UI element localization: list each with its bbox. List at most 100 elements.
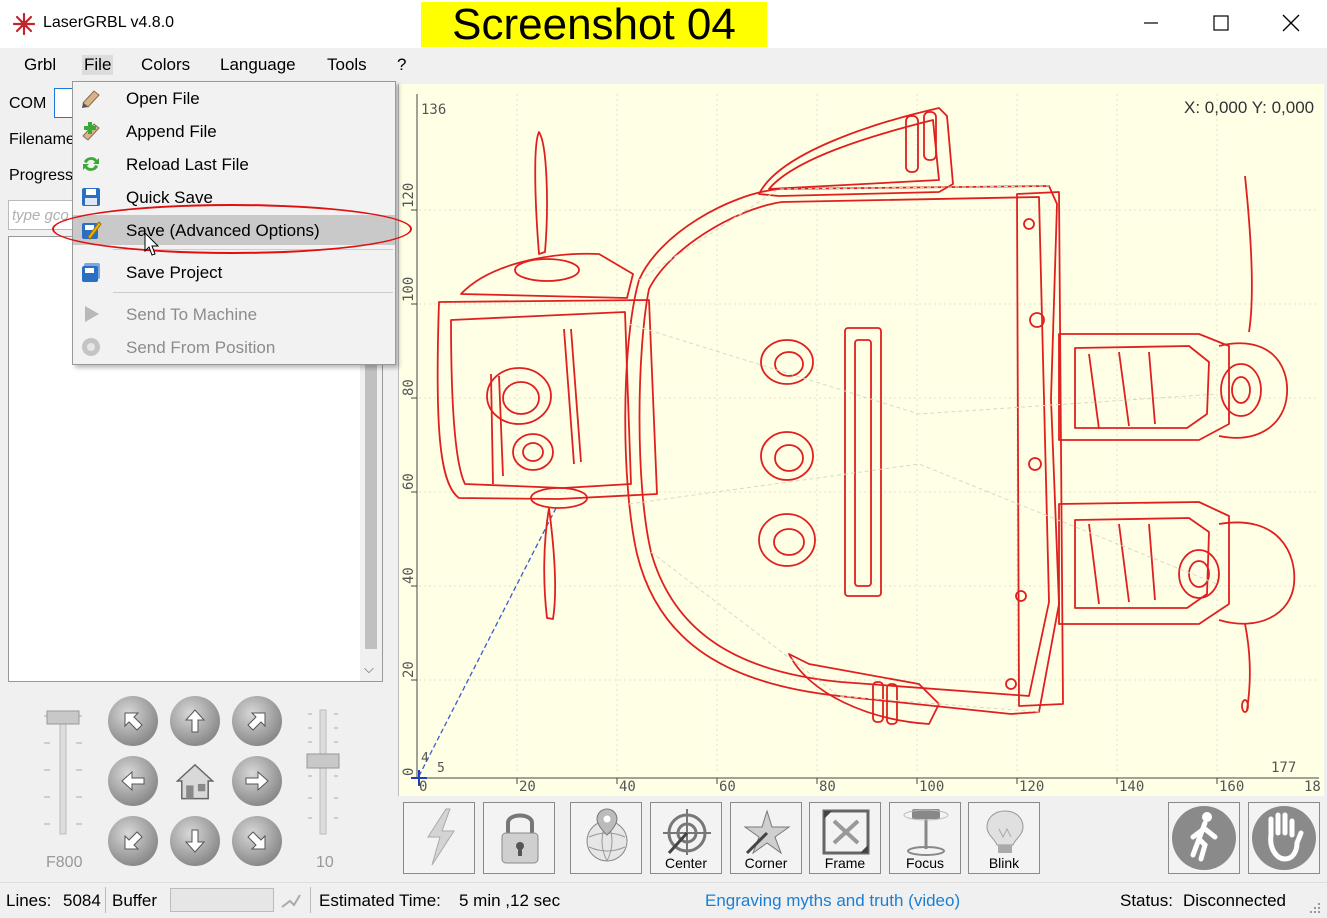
- arrow-down-left-icon: [124, 831, 143, 850]
- menu-save-project[interactable]: Save Project: [73, 257, 395, 287]
- menu-item-label: Send From Position: [126, 338, 276, 357]
- menu-open-file[interactable]: Open File: [73, 83, 395, 113]
- chevron-down-icon[interactable]: ⌵: [364, 661, 374, 677]
- menu-item-label: Append File: [126, 122, 217, 141]
- buffer-meter: [170, 888, 274, 912]
- status-separator: [310, 887, 311, 913]
- home-button[interactable]: [170, 756, 220, 806]
- menu-bar: Grbl File Colors Language Tools ?: [0, 48, 1327, 82]
- gcode-preview[interactable]: 0 20 40 60 80 100 120 140 160 18 0 20 40…: [399, 84, 1324, 796]
- x-tick: 18: [1304, 779, 1321, 795]
- menu-tools[interactable]: Tools: [325, 55, 369, 75]
- jog-right-button[interactable]: [232, 756, 282, 806]
- maximize-icon: [1213, 15, 1229, 31]
- status-separator: [105, 887, 106, 913]
- jog-up-left-button[interactable]: [108, 696, 158, 746]
- globe-location-icon: [586, 808, 628, 862]
- menu-colors[interactable]: Colors: [139, 55, 192, 75]
- menu-append-file[interactable]: Append File: [73, 116, 395, 146]
- menu-send-to-machine[interactable]: Send To Machine: [73, 299, 395, 329]
- coordinates-readout: X: 0,000 Y: 0,000: [1184, 98, 1314, 117]
- menu-send-from-position[interactable]: Send From Position: [73, 332, 395, 362]
- menu-help[interactable]: ?: [395, 55, 408, 75]
- x-max-label: 177: [1271, 760, 1296, 776]
- set-origin-button[interactable]: [570, 802, 642, 874]
- jog-left-button[interactable]: [108, 756, 158, 806]
- menu-file[interactable]: File: [82, 55, 114, 75]
- jog-down-button[interactable]: [170, 816, 220, 866]
- progress-label: Progress: [9, 167, 74, 184]
- corner-icon: [743, 809, 791, 855]
- close-icon: [1282, 14, 1300, 32]
- corner-label: Corner: [744, 855, 788, 871]
- minimize-icon: [1144, 22, 1158, 24]
- frame-button[interactable]: Frame: [809, 802, 881, 874]
- connection-status: Disconnected: [1183, 891, 1287, 910]
- y-max-label: 136: [421, 102, 446, 118]
- corner-button[interactable]: Corner: [730, 802, 802, 874]
- window-title: LaserGRBL v4.8.0: [43, 14, 175, 31]
- estimated-time-value: 5 min ,12 sec: [459, 891, 561, 910]
- feed-rate-slider[interactable]: [40, 706, 86, 836]
- menu-reload-last-file[interactable]: Reload Last File: [73, 149, 395, 179]
- menu-language[interactable]: Language: [218, 55, 298, 75]
- jog-down-left-button[interactable]: [108, 816, 158, 866]
- padlock-icon: [501, 813, 539, 864]
- x-tick: 60: [719, 779, 736, 795]
- arrow-left-icon: [121, 770, 145, 792]
- focus-label: Focus: [905, 855, 945, 871]
- x-tick: 0: [419, 779, 427, 795]
- close-button[interactable]: [1256, 0, 1326, 46]
- center-button[interactable]: Center: [650, 802, 722, 874]
- y-tick: 20: [401, 661, 417, 678]
- arrow-down-right-icon: [247, 831, 266, 850]
- play-icon: [85, 306, 99, 322]
- open-file-icon: [82, 90, 100, 108]
- video-link[interactable]: Engraving myths and truth (video): [705, 891, 960, 911]
- menu-grbl[interactable]: Grbl: [22, 55, 58, 75]
- focus-button[interactable]: Focus: [889, 802, 961, 874]
- maximize-button[interactable]: [1186, 0, 1256, 46]
- x-tick: 40: [619, 779, 636, 795]
- lines-value: 5084: [63, 891, 101, 910]
- y-tick: 60: [401, 473, 417, 490]
- resize-grip-icon[interactable]: [1308, 901, 1322, 915]
- frame-label: Frame: [824, 855, 866, 871]
- minimize-button[interactable]: [1116, 0, 1186, 46]
- menu-item-label: Reload Last File: [126, 155, 249, 174]
- preview-canvas[interactable]: 0 20 40 60 80 100 120 140 160 18 0 20 40…: [398, 84, 1324, 796]
- feed-rate-value: F800: [46, 854, 83, 871]
- buffer-label: Buffer: [112, 891, 158, 910]
- y-tick: 40: [401, 567, 417, 584]
- floppy-disk-icon: [82, 188, 100, 206]
- frame-icon: [822, 809, 870, 855]
- arrow-right-icon: [245, 770, 269, 792]
- mouse-cursor-icon: [144, 232, 160, 256]
- blink-button[interactable]: Blink: [968, 802, 1040, 874]
- home-icon: [175, 763, 215, 800]
- send-from-position-icon: [82, 338, 100, 356]
- y-tick: 100: [401, 277, 417, 302]
- x-tick: 160: [1219, 779, 1244, 795]
- menu-separator: [113, 292, 393, 293]
- resume-button[interactable]: [1168, 802, 1240, 874]
- blink-label: Blink: [988, 855, 1020, 871]
- step-size-slider[interactable]: [300, 706, 346, 836]
- y-tick: 80: [401, 379, 417, 396]
- walking-person-icon: [1172, 806, 1236, 870]
- laser-fire-button[interactable]: [403, 802, 475, 874]
- jog-up-button[interactable]: [170, 696, 220, 746]
- jog-up-right-button[interactable]: [232, 696, 282, 746]
- laser-logo-icon: [12, 12, 36, 36]
- status-bar: Lines: 5084 Buffer Estimated Time: 5 min…: [0, 882, 1327, 918]
- unlock-button[interactable]: [483, 802, 555, 874]
- y-tick: 0: [401, 768, 417, 776]
- stop-button[interactable]: [1248, 802, 1320, 874]
- com-label: COM: [9, 95, 47, 112]
- jog-down-right-button[interactable]: [232, 816, 282, 866]
- origin-x-label: 5: [437, 761, 445, 776]
- x-tick: 100: [919, 779, 944, 795]
- screenshot-label: Screenshot 04: [421, 2, 767, 47]
- x-tick: 140: [1119, 779, 1144, 795]
- buffer-lock-icon: [281, 894, 301, 908]
